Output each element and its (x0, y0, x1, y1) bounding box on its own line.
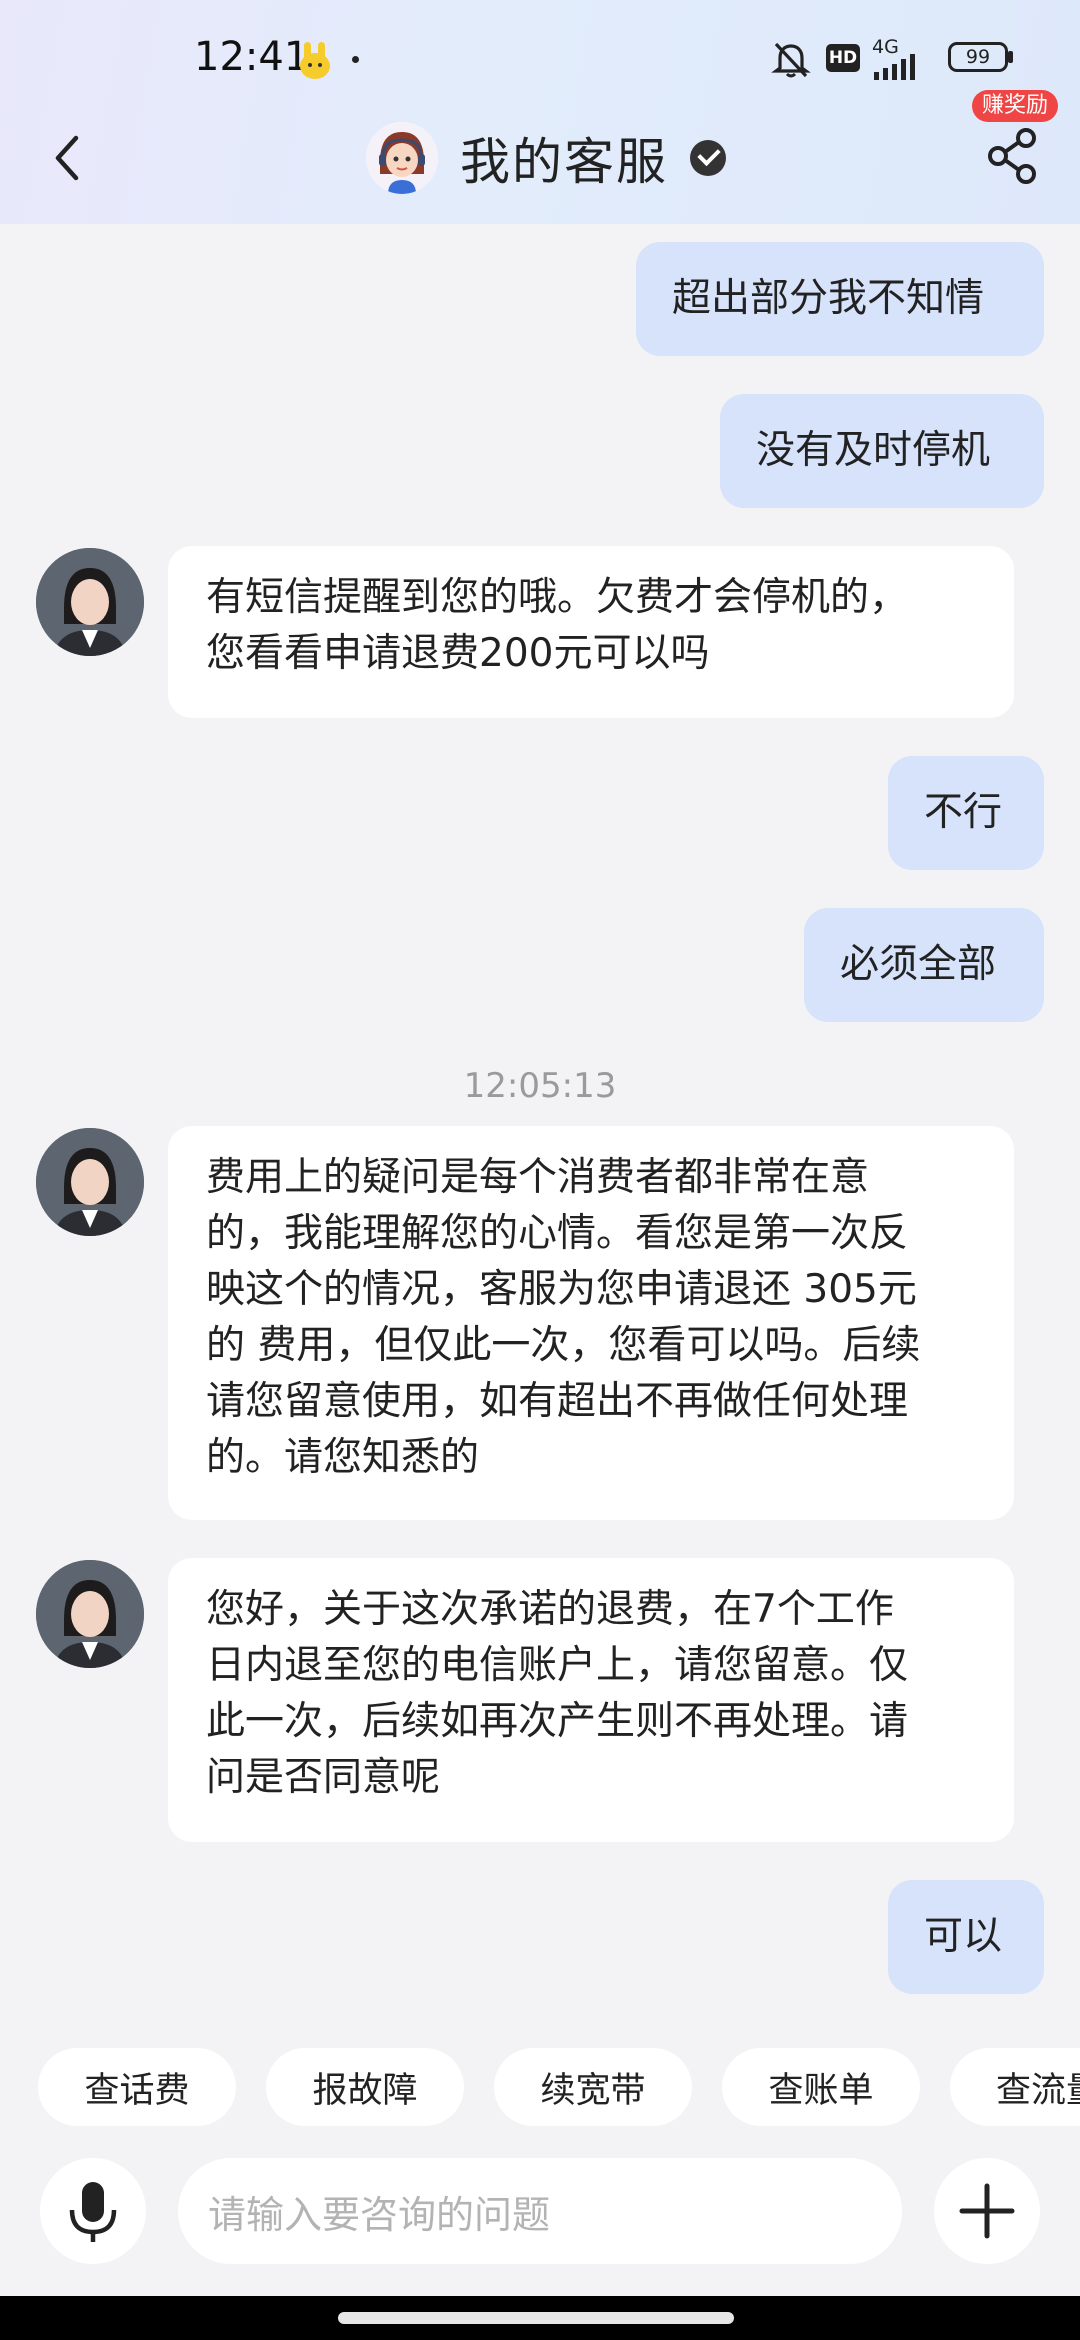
user-message[interactable]: 可以 (888, 1880, 1044, 1994)
hd-badge: HD (826, 44, 860, 72)
chip-report-fault[interactable]: 报故障 (266, 2048, 464, 2126)
chat-messages[interactable]: 超出部分我不知情 没有及时停机 有短信提醒到您的哦。欠费才会停机的， 您看看申请… (0, 224, 1080, 2034)
user-message[interactable]: 不行 (888, 756, 1044, 870)
message-text: 没有及时停机 (756, 428, 991, 473)
message-line: 您好，关于这次承诺的退费，在7个工作 (206, 1587, 894, 1632)
message-line: 费用上的疑问是每个消费者都非常在意 (206, 1155, 870, 1200)
signal-icon (874, 54, 915, 80)
agent-photo-icon (36, 1560, 144, 1668)
reward-badge[interactable]: 赚奖励 (972, 90, 1059, 122)
message-line: 此一次，后续如再次产生则不再处理。请 (206, 1699, 909, 1744)
chip-renew-broadband[interactable]: 续宽带 (494, 2048, 692, 2126)
chip-check-data[interactable]: 查流量 (950, 2048, 1080, 2126)
cartoon-agent-icon (366, 122, 438, 194)
chat-title: 我的客服 (460, 133, 668, 191)
top-header: 12:41 HD 4G 99 我的客服 赚奖励 (0, 0, 1080, 224)
share-icon[interactable] (986, 126, 1040, 186)
agent-message[interactable]: 您好，关于这次承诺的退费，在7个工作 日内退至您的电信账户上，请您留意。仅 此一… (168, 1558, 1014, 1842)
message-line: 问是否同意呢 (206, 1755, 441, 1800)
agent-message[interactable]: 有短信提醒到您的哦。欠费才会停机的， 您看看申请退费200元可以吗 (168, 546, 1014, 718)
rabbit-notification-icon (300, 42, 330, 79)
message-line: 映这个的情况，客服为您申请退还 305元 (206, 1267, 917, 1312)
agent-photo-icon (36, 548, 144, 656)
back-arrow-icon[interactable] (44, 128, 94, 188)
agent-photo-icon (36, 1128, 144, 1236)
agent-avatar[interactable] (36, 1128, 144, 1236)
message-line: 您看看申请退费200元可以吗 (206, 631, 710, 676)
battery-tip (1008, 51, 1013, 63)
home-indicator[interactable] (338, 2312, 734, 2324)
message-line: 请您留意使用，如有超出不再做任何处理 (206, 1379, 909, 1424)
user-message[interactable]: 超出部分我不知情 (636, 242, 1044, 356)
notification-dot (352, 56, 359, 63)
message-line: 的 费用，但仅此一次，您看可以吗。后续 (206, 1323, 921, 1368)
message-line: 的，我能理解您的心情。看您是第一次反 (206, 1211, 909, 1256)
chat-title-group[interactable]: 我的客服 (366, 118, 726, 198)
agent-avatar[interactable] (36, 1560, 144, 1668)
status-time: 12:41 (194, 34, 310, 80)
message-input[interactable]: 请输入要咨询的问题 (178, 2158, 902, 2264)
agent-avatar[interactable] (36, 548, 144, 656)
message-text: 超出部分我不知情 (672, 276, 985, 321)
quick-reply-bar[interactable]: 查话费 报故障 续宽带 查账单 查流量 (0, 2048, 1080, 2128)
message-line: 日内退至您的电信账户上，请您留意。仅 (206, 1643, 909, 1688)
message-line: 有短信提醒到您的哦。欠费才会停机的， (206, 575, 909, 620)
agent-message[interactable]: 费用上的疑问是每个消费者都非常在意 的，我能理解您的心情。看您是第一次反 映这个… (168, 1126, 1014, 1520)
plus-icon (959, 2183, 1015, 2239)
customer-service-avatar (366, 122, 438, 194)
verified-check-icon (690, 140, 726, 176)
user-message[interactable]: 没有及时停机 (720, 394, 1044, 508)
message-line: 的。请您知悉的 (206, 1435, 480, 1480)
mute-bell-icon (771, 42, 811, 78)
battery-level: 99 (965, 46, 991, 68)
message-text: 可以 (924, 1914, 1003, 1959)
more-options-button[interactable] (934, 2158, 1040, 2264)
message-timestamp: 12:05:13 (463, 1066, 617, 1106)
chip-check-balance[interactable]: 查话费 (38, 2048, 236, 2126)
user-message[interactable]: 必须全部 (804, 908, 1044, 1022)
status-bar: 12:41 HD 4G 99 (0, 0, 1080, 118)
voice-input-button[interactable] (40, 2158, 146, 2264)
message-text: 必须全部 (840, 942, 997, 987)
message-text: 不行 (924, 790, 1003, 835)
microphone-icon (69, 2182, 117, 2242)
chip-check-bill[interactable]: 查账单 (722, 2048, 920, 2126)
